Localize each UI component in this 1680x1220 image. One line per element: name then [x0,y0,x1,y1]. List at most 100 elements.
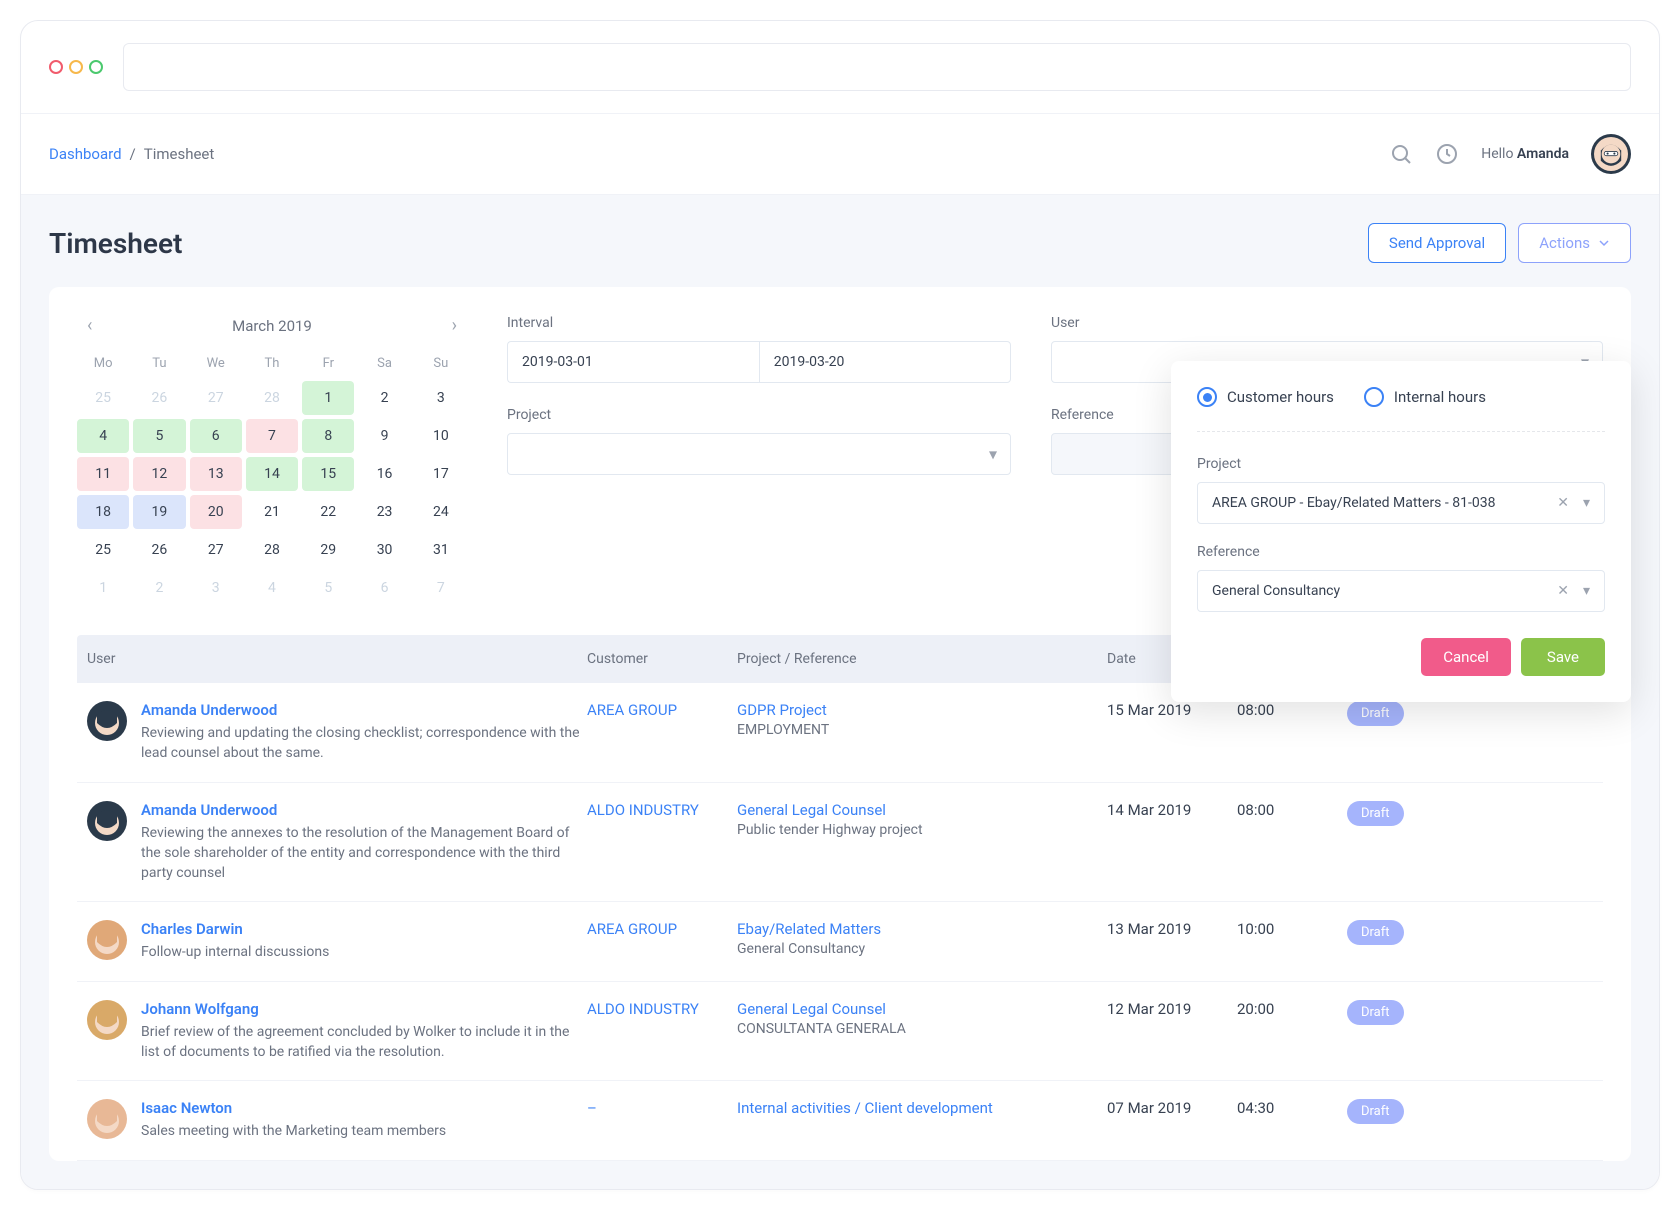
greeting: Hello Amanda [1481,146,1569,162]
calendar-day[interactable]: 14 [246,457,298,491]
calendar-day[interactable]: 4 [77,419,129,453]
project-link[interactable]: General Legal Counsel [737,1000,1107,1018]
search-icon[interactable] [1389,142,1413,166]
calendar-day[interactable]: 3 [415,381,467,415]
project-filter-select[interactable] [507,433,1011,475]
calendar-next[interactable]: › [452,315,457,336]
calendar-day[interactable]: 1 [77,571,129,605]
cancel-button[interactable]: Cancel [1421,638,1511,676]
user-name[interactable]: Amanda Underwood [141,801,587,819]
close-icon[interactable] [49,60,63,74]
calendar-day[interactable]: 13 [190,457,242,491]
calendar-day[interactable]: 8 [302,419,354,453]
calendar-day[interactable]: 5 [302,571,354,605]
calendar-day[interactable]: 31 [415,533,467,567]
customer-link[interactable]: AREA GROUP [587,701,737,719]
entry-description: Reviewing the annexes to the resolution … [141,823,587,884]
calendar-day[interactable]: 26 [133,533,185,567]
actions-dropdown[interactable]: Actions [1518,223,1631,263]
calendar-day[interactable]: 11 [77,457,129,491]
calendar-dow: Mo [77,350,129,377]
interval-label: Interval [507,315,1011,331]
calendar-day[interactable]: 28 [246,533,298,567]
calendar-day[interactable]: 19 [133,495,185,529]
titlebar [21,21,1659,114]
clock-icon[interactable] [1435,142,1459,166]
breadcrumb-root[interactable]: Dashboard [49,145,122,163]
calendar-day[interactable]: 20 [190,495,242,529]
user-filter-label: User [1051,315,1603,331]
interval-to-input[interactable] [759,341,1011,383]
clear-icon[interactable]: ✕ [1557,583,1569,599]
search-input[interactable] [123,43,1631,91]
app-frame: Dashboard / Timesheet Hello Amanda Times… [20,20,1660,1190]
page-title: Timesheet [49,227,182,260]
calendar-day[interactable]: 26 [133,381,185,415]
calendar-day[interactable]: 27 [190,533,242,567]
save-button[interactable]: Save [1521,638,1605,676]
calendar-day[interactable]: 12 [133,457,185,491]
calendar-day[interactable]: 6 [358,571,410,605]
calendar-day[interactable]: 23 [358,495,410,529]
calendar-day[interactable]: 18 [77,495,129,529]
calendar-day[interactable]: 10 [415,419,467,453]
calendar-day[interactable]: 27 [190,381,242,415]
calendar-day[interactable]: 28 [246,381,298,415]
calendar-day[interactable]: 25 [77,381,129,415]
clear-icon[interactable]: ✕ [1557,495,1569,511]
avatar[interactable] [1591,134,1631,174]
user-name[interactable]: Johann Wolfgang [141,1000,587,1018]
table-row[interactable]: Johann Wolfgang Brief review of the agree… [77,982,1603,1082]
popup-project-select[interactable]: AREA GROUP - Ebay/Related Matters - 81-0… [1197,482,1605,524]
calendar-day[interactable]: 17 [415,457,467,491]
table-row[interactable]: Amanda Underwood Reviewing the annexes to… [77,783,1603,903]
calendar-day[interactable]: 16 [358,457,410,491]
timesheet-table: User Customer Project / Reference Date E… [77,635,1603,1161]
entry-description: Reviewing and updating the closing check… [141,723,587,764]
calendar-day[interactable]: 24 [415,495,467,529]
maximize-icon[interactable] [89,60,103,74]
calendar-day[interactable]: 30 [358,533,410,567]
calendar-title: March 2019 [232,317,312,335]
effort-cell: 10:00 [1237,920,1347,938]
calendar-day[interactable]: 9 [358,419,410,453]
calendar-day[interactable]: 1 [302,381,354,415]
calendar-day[interactable]: 7 [246,419,298,453]
project-link[interactable]: General Legal Counsel [737,801,1107,819]
customer-link[interactable]: ALDO INDUSTRY [587,1000,737,1018]
calendar: ‹ March 2019 › MoTuWeThFrSaSu25262728123… [77,315,467,605]
calendar-day[interactable]: 2 [133,571,185,605]
project-link[interactable]: Ebay/Related Matters [737,920,1107,938]
user-name[interactable]: Charles Darwin [141,920,329,938]
calendar-day[interactable]: 7 [415,571,467,605]
breadcrumb: Dashboard / Timesheet [49,145,214,163]
calendar-day[interactable]: 22 [302,495,354,529]
send-approval-button[interactable]: Send Approval [1368,223,1506,263]
calendar-day[interactable]: 4 [246,571,298,605]
customer-link[interactable]: – [587,1099,737,1117]
project-link[interactable]: GDPR Project [737,701,1107,719]
calendar-day[interactable]: 15 [302,457,354,491]
calendar-day[interactable]: 6 [190,419,242,453]
calendar-day[interactable]: 29 [302,533,354,567]
calendar-day[interactable]: 25 [77,533,129,567]
table-row[interactable]: Charles DarwinFollow-up internal discuss… [77,902,1603,981]
internal-hours-radio[interactable]: Internal hours [1364,387,1486,407]
user-name[interactable]: Amanda Underwood [141,701,587,719]
entry-description: Brief review of the agreement concluded … [141,1022,587,1063]
popup-reference-select[interactable]: General Consultancy ✕▾ [1197,570,1605,612]
project-link[interactable]: Internal activities / Client development [737,1099,1107,1117]
calendar-day[interactable]: 3 [190,571,242,605]
user-name[interactable]: Isaac Newton [141,1099,446,1117]
calendar-day[interactable]: 2 [358,381,410,415]
customer-link[interactable]: ALDO INDUSTRY [587,801,737,819]
customer-link[interactable]: AREA GROUP [587,920,737,938]
interval-from-input[interactable] [507,341,759,383]
calendar-day[interactable]: 21 [246,495,298,529]
customer-hours-radio[interactable]: Customer hours [1197,387,1334,407]
minimize-icon[interactable] [69,60,83,74]
calendar-prev[interactable]: ‹ [87,315,92,336]
content-area: Timesheet Send Approval Actions ‹ March … [21,195,1659,1189]
calendar-day[interactable]: 5 [133,419,185,453]
table-row[interactable]: Isaac NewtonSales meeting with the Marke… [77,1081,1603,1160]
